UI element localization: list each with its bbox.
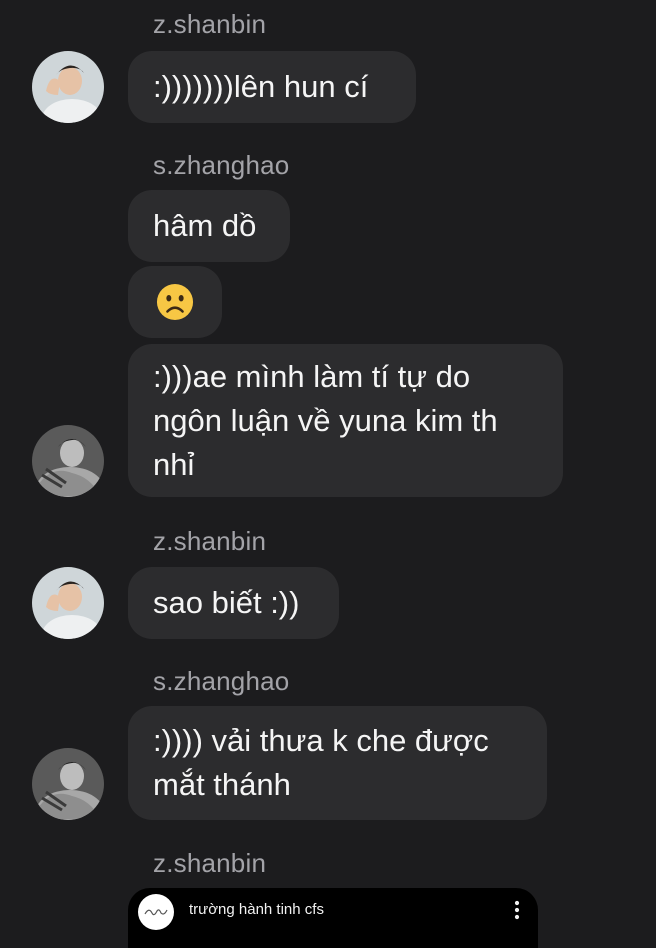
message-bubble[interactable]: :)))ae mình làm tí tự do ngôn luận về yu… (128, 344, 563, 497)
avatar-z-shanbin[interactable] (32, 567, 104, 639)
emoji-bubble[interactable] (128, 266, 222, 338)
sender-name[interactable]: z.shanbin (153, 848, 266, 879)
message-text: :)))) vải thưa k che được mắt thánh (153, 723, 489, 802)
shared-account-name[interactable]: trường hành tinh cfs (189, 901, 324, 918)
avatar-s-zhanghao[interactable] (32, 748, 104, 820)
account-logo-icon[interactable] (138, 894, 174, 930)
more-vertical-icon[interactable] (514, 899, 520, 921)
avatar-photo-icon (32, 425, 104, 497)
avatar-z-shanbin[interactable] (32, 51, 104, 123)
message-text: :)))ae mình làm tí tự do ngôn luận về yu… (153, 358, 498, 482)
shared-post-card[interactable]: trường hành tinh cfs (128, 888, 538, 948)
sender-name[interactable]: s.zhanghao (153, 150, 289, 181)
message-bubble[interactable]: :)))) vải thưa k che được mắt thánh (128, 706, 547, 820)
sender-name[interactable]: z.shanbin (153, 526, 266, 557)
frowning-face-emoji (156, 283, 194, 321)
message-text: :)))))))lên hun cí (153, 69, 369, 104)
sender-name[interactable]: s.zhanghao (153, 666, 289, 697)
message-bubble[interactable]: sao biết :)) (128, 567, 339, 639)
message-text: hâm dồ (153, 208, 257, 243)
message-bubble[interactable]: hâm dồ (128, 190, 290, 262)
sender-name[interactable]: z.shanbin (153, 9, 266, 40)
message-text: sao biết :)) (153, 585, 300, 620)
avatar-photo-icon (32, 567, 104, 639)
avatar-s-zhanghao[interactable] (32, 425, 104, 497)
message-bubble[interactable]: :)))))))lên hun cí (128, 51, 416, 123)
avatar-photo-icon (32, 748, 104, 820)
signature-logo-icon (144, 909, 168, 916)
avatar-photo-icon (32, 51, 104, 123)
